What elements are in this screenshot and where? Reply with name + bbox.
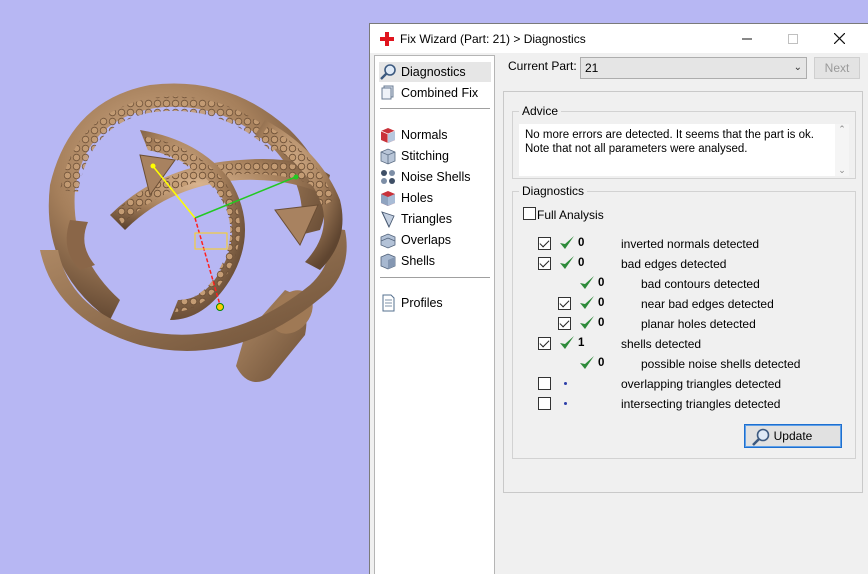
sidebar-item-label: Overlaps bbox=[401, 233, 452, 247]
fix-wizard-window: Fix Wizard (Part: 21) > Diagnostics Diag… bbox=[369, 23, 868, 574]
scroll-up-icon[interactable]: ⌃ bbox=[835, 124, 849, 135]
update-label: Update bbox=[773, 429, 813, 443]
sidebar-item-shells[interactable]: Shells bbox=[379, 251, 491, 271]
inverted-normals-checkbox[interactable] bbox=[538, 237, 551, 250]
diag-label: planar holes detected bbox=[641, 317, 756, 331]
green-check-icon bbox=[580, 316, 594, 329]
shells-checkbox[interactable] bbox=[538, 337, 551, 350]
intersecting-triangles-checkbox[interactable] bbox=[538, 397, 551, 410]
red-cross-icon bbox=[380, 31, 394, 46]
diag-count: 0 bbox=[598, 297, 605, 309]
green-check-icon bbox=[580, 356, 594, 369]
scroll-down-icon[interactable]: ⌄ bbox=[835, 165, 849, 176]
sidebar-item-combined-fix[interactable]: Combined Fix bbox=[379, 83, 491, 103]
holes-icon bbox=[381, 191, 395, 206]
next-button[interactable]: Next bbox=[814, 57, 860, 79]
wizard-body: Diagnostics Combined Fix Normals Stitchi… bbox=[370, 53, 868, 574]
sidebar-item-label: Combined Fix bbox=[401, 86, 479, 100]
close-button[interactable] bbox=[816, 24, 862, 53]
sidebar-item-stitching[interactable]: Stitching bbox=[379, 146, 491, 166]
full-analysis-checkbox[interactable] bbox=[523, 207, 536, 220]
diag-count: 0 bbox=[598, 357, 605, 369]
sidebar-item-noise-shells[interactable]: Noise Shells bbox=[379, 167, 491, 187]
diag-label: inverted normals detected bbox=[621, 237, 760, 251]
green-check-icon bbox=[560, 236, 574, 249]
content-panel: Advice No more errors are detected. It s… bbox=[503, 91, 863, 493]
sidebar-item-normals[interactable]: Normals bbox=[379, 125, 491, 145]
ring-model[interactable] bbox=[0, 0, 370, 574]
sidebar-divider bbox=[380, 277, 490, 278]
diag-count: 0 bbox=[598, 277, 605, 289]
wizard-sidebar: Diagnostics Combined Fix Normals Stitchi… bbox=[374, 55, 495, 574]
sidebar-item-label: Profiles bbox=[401, 296, 443, 310]
diag-label: intersecting triangles detected bbox=[621, 397, 781, 411]
diagnostics-pane: Current Part: 21 ⌄ Next Advice No more e… bbox=[500, 53, 868, 574]
green-check-icon bbox=[580, 276, 594, 289]
shells-icon bbox=[380, 253, 396, 270]
green-check-icon bbox=[560, 336, 574, 349]
diag-count: 0 bbox=[578, 257, 585, 269]
sidebar-item-label: Diagnostics bbox=[401, 65, 466, 79]
overlapping-triangles-checkbox[interactable] bbox=[538, 377, 551, 390]
noise-shells-icon bbox=[381, 170, 395, 184]
diagnostics-title: Diagnostics bbox=[519, 184, 588, 198]
sidebar-item-label: Normals bbox=[401, 128, 448, 142]
full-analysis-label: Full Analysis bbox=[537, 208, 604, 222]
profiles-document-icon bbox=[382, 294, 395, 312]
diag-label: bad contours detected bbox=[641, 277, 760, 291]
sidebar-divider bbox=[380, 108, 490, 109]
advice-line: Note that not all parameters were analys… bbox=[525, 142, 748, 155]
sidebar-item-label: Noise Shells bbox=[401, 170, 471, 184]
normals-cube-icon bbox=[380, 128, 396, 143]
current-part-label: Current Part: bbox=[508, 59, 577, 73]
magnifier-icon bbox=[380, 64, 396, 80]
pending-dot-icon bbox=[564, 402, 567, 405]
sidebar-item-profiles[interactable]: Profiles bbox=[379, 293, 491, 313]
sidebar-item-holes[interactable]: Holes bbox=[379, 188, 491, 208]
update-button[interactable]: Update bbox=[744, 424, 842, 448]
sidebar-item-label: Holes bbox=[401, 191, 433, 205]
sidebar-item-overlaps[interactable]: Overlaps bbox=[379, 230, 491, 250]
title-bar[interactable]: Fix Wizard (Part: 21) > Diagnostics bbox=[370, 24, 868, 53]
diag-count: 1 bbox=[578, 337, 585, 349]
window-title: Fix Wizard (Part: 21) > Diagnostics bbox=[400, 31, 586, 46]
overlaps-icon bbox=[380, 233, 396, 249]
maximize-button[interactable] bbox=[770, 24, 816, 53]
planar-holes-checkbox[interactable] bbox=[558, 317, 571, 330]
green-check-icon bbox=[560, 256, 574, 269]
sidebar-item-label: Triangles bbox=[401, 212, 452, 226]
pending-dot-icon bbox=[564, 382, 567, 385]
sidebar-item-label: Shells bbox=[401, 254, 436, 268]
chevron-down-icon: ⌄ bbox=[793, 62, 802, 73]
minimize-button[interactable] bbox=[724, 24, 770, 53]
current-part-value: 21 bbox=[585, 61, 599, 75]
advice-line: No more errors are detected. It seems th… bbox=[525, 129, 814, 141]
combined-fix-icon bbox=[381, 85, 394, 100]
stitching-icon bbox=[380, 148, 396, 165]
triangles-icon bbox=[381, 211, 395, 228]
diag-label: near bad edges detected bbox=[641, 297, 774, 311]
magnifier-icon bbox=[752, 428, 770, 446]
advice-text: No more errors are detected. It seems th… bbox=[519, 124, 835, 176]
sidebar-item-triangles[interactable]: Triangles bbox=[379, 209, 491, 229]
diag-label: overlapping triangles detected bbox=[621, 377, 782, 391]
advice-scrollbar[interactable]: ⌃ ⌄ bbox=[835, 124, 849, 176]
current-part-select[interactable]: 21 ⌄ bbox=[580, 57, 807, 79]
bad-edges-checkbox[interactable] bbox=[538, 257, 551, 270]
near-bad-edges-checkbox[interactable] bbox=[558, 297, 571, 310]
diag-label: bad edges detected bbox=[621, 257, 727, 271]
advice-group: Advice No more errors are detected. It s… bbox=[512, 104, 856, 179]
minimize-icon bbox=[742, 38, 752, 39]
diagnostics-group: Diagnostics Full Analysis 0 inverted nor… bbox=[512, 184, 856, 459]
diag-label: possible noise shells detected bbox=[641, 357, 801, 371]
sidebar-item-label: Stitching bbox=[401, 149, 449, 163]
diag-count: 0 bbox=[598, 317, 605, 329]
green-check-icon bbox=[580, 296, 594, 309]
advice-title: Advice bbox=[519, 104, 562, 118]
diag-count: 0 bbox=[578, 237, 585, 249]
maximize-icon bbox=[788, 33, 798, 44]
sidebar-item-diagnostics[interactable]: Diagnostics bbox=[379, 62, 491, 82]
close-icon bbox=[833, 33, 845, 44]
diag-label: shells detected bbox=[621, 337, 702, 351]
